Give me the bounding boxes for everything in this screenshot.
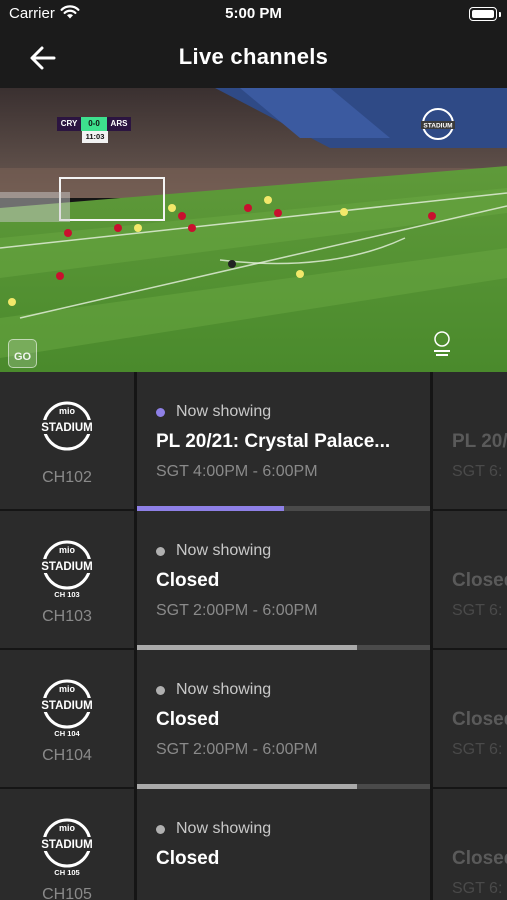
svg-text:CH 103: CH 103 — [54, 590, 79, 599]
svg-text:CH 105: CH 105 — [54, 868, 79, 877]
svg-text:mio: mio — [59, 684, 76, 694]
next-program-card[interactable]: Closed SGT 6: — [433, 789, 507, 900]
next-program-time: SGT 6: — [452, 602, 503, 619]
match-clock: 11:03 — [82, 131, 108, 143]
channel-row-ch102: mio STADIUM CH102 Now showing PL 20/21: … — [0, 372, 507, 511]
now-showing-label: Now showing — [156, 681, 271, 699]
score: 0-0 — [81, 117, 107, 131]
next-program-title: Closed — [452, 709, 507, 730]
program-time: SGT 2:00PM - 6:00PM — [156, 602, 318, 619]
home-team: CRY — [57, 117, 81, 131]
program-title: Closed — [156, 848, 220, 869]
away-team: ARS — [107, 117, 131, 131]
svg-text:STADIUM: STADIUM — [41, 700, 93, 712]
program-title: Closed — [156, 709, 220, 730]
channel-number: CH102 — [42, 469, 92, 486]
svg-text:mio: mio — [59, 406, 76, 416]
next-program-card[interactable]: PL 20/ SGT 6: — [433, 372, 507, 509]
next-program-card[interactable]: Closed SGT 6: — [433, 511, 507, 648]
next-program-time: SGT 6: — [452, 880, 503, 897]
now-showing-card[interactable]: Now showing PL 20/21: Crystal Palace... … — [137, 372, 430, 511]
now-showing-label: Now showing — [156, 403, 271, 421]
next-program-time: SGT 6: — [452, 741, 503, 758]
next-program-card[interactable]: Closed SGT 6: — [433, 650, 507, 787]
svg-text:CH 104: CH 104 — [54, 729, 80, 738]
now-showing-label: Now showing — [156, 820, 271, 838]
go-badge: GO — [8, 339, 37, 368]
now-showing-card[interactable]: Now showing Closed SGT 2:00PM - 6:00PM — [137, 511, 430, 650]
now-showing-label: Now showing — [156, 542, 271, 560]
scoreboard: CRY 0-0 ARS 11:03 — [57, 117, 131, 143]
svg-text:STADIUM: STADIUM — [41, 561, 93, 573]
svg-text:STADIUM: STADIUM — [41, 422, 93, 434]
channel-logo-cell[interactable]: mio STADIUM CH 103 CH103 — [0, 511, 134, 648]
video-logo-text: STADIUM — [423, 123, 452, 130]
status-bar: Carrier 5:00 PM — [0, 0, 507, 30]
status-dot-icon — [156, 685, 165, 695]
status-dot-icon — [156, 824, 165, 834]
channel-number: CH105 — [42, 886, 92, 900]
stadium-logo-icon: mio STADIUM CH 103 — [37, 540, 97, 599]
channel-logo-cell[interactable]: mio STADIUM CH 105 CH105 — [0, 789, 134, 900]
svg-text:mio: mio — [59, 545, 76, 555]
next-program-title: Closed — [452, 848, 507, 869]
status-dot-icon — [156, 546, 165, 556]
now-showing-card[interactable]: Now showing Closed SGT 2:00PM - 6:00PM — [137, 650, 430, 789]
channel-row-ch103: mio STADIUM CH 103 CH103 Now showing Clo… — [0, 511, 507, 650]
now-showing-card[interactable]: Now showing Closed — [137, 789, 430, 900]
live-video-player[interactable]: CRY 0-0 ARS 11:03 STADIUM GO — [0, 88, 507, 372]
channel-logo-cell[interactable]: mio STADIUM CH 104 CH104 — [0, 650, 134, 787]
program-time: SGT 2:00PM - 6:00PM — [156, 741, 318, 758]
status-dot-icon — [156, 407, 165, 417]
program-title: Closed — [156, 570, 220, 591]
channel-logo-cell[interactable]: mio STADIUM CH102 — [0, 372, 134, 509]
channel-row-ch105: mio STADIUM CH 105 CH105 Now showing Clo… — [0, 789, 507, 900]
channel-list: mio STADIUM CH102 Now showing PL 20/21: … — [0, 372, 507, 900]
stadium-logo-icon: mio STADIUM CH 104 — [37, 679, 97, 738]
stadium-logo-icon: mio STADIUM — [37, 401, 97, 451]
program-time: SGT 4:00PM - 6:00PM — [156, 463, 318, 480]
svg-text:mio: mio — [59, 823, 76, 833]
stadium-logo-icon: STADIUM — [421, 108, 455, 140]
next-program-title: Closed — [452, 570, 507, 591]
premier-league-icon — [434, 331, 450, 356]
navigation-bar: Live channels — [0, 30, 507, 88]
channel-number: CH104 — [42, 747, 92, 764]
clock: 5:00 PM — [225, 5, 282, 22]
battery-icon — [469, 7, 501, 21]
page-title: Live channels — [178, 44, 329, 69]
next-program-time: SGT 6: — [452, 463, 503, 480]
next-program-title: PL 20/ — [452, 431, 507, 452]
program-title: PL 20/21: Crystal Palace... — [156, 431, 391, 452]
channel-number: CH103 — [42, 608, 92, 625]
stadium-logo-icon: mio STADIUM CH 105 — [37, 818, 97, 877]
svg-text:STADIUM: STADIUM — [41, 839, 93, 851]
channel-row-ch104: mio STADIUM CH 104 CH104 Now showing Clo… — [0, 650, 507, 789]
